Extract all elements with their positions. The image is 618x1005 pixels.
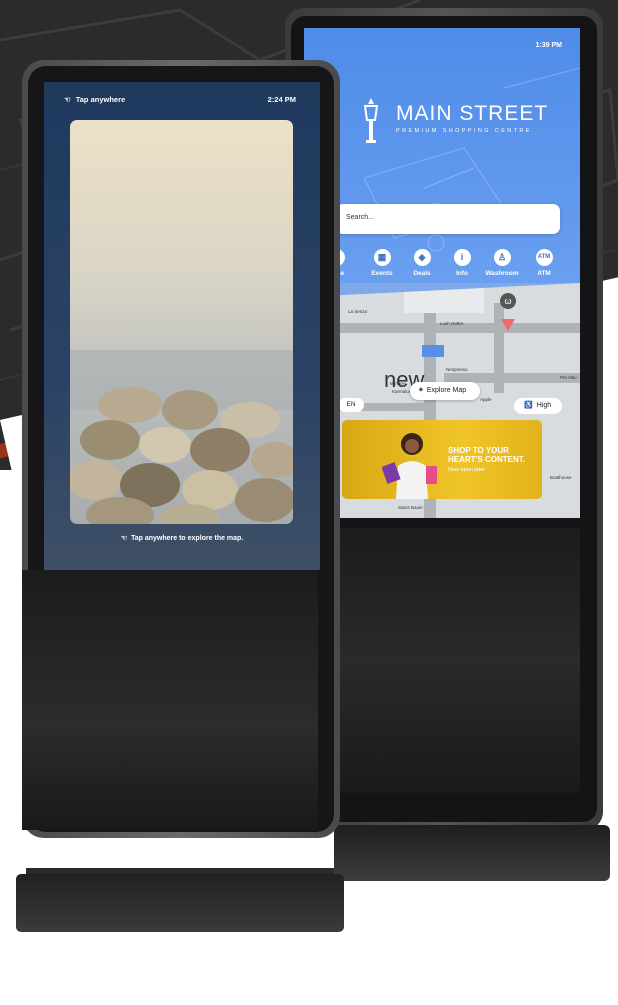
logo-subtitle: PREMIUM SHOPPING CENTRE — [396, 128, 532, 134]
tap-hand-icon: ☜ — [64, 95, 71, 104]
nav-events[interactable]: ▦ Events — [362, 249, 402, 277]
accessibility-button[interactable]: ♿ High — [514, 398, 562, 414]
clock: 1:39 PM — [535, 42, 562, 49]
front-kiosk-screen[interactable]: ☜ Tap anywhere 2:24 PM ☜ Tap anywhere to e… — [44, 82, 320, 570]
tap-hand-icon: ☜ — [120, 535, 127, 542]
elevator-icon: ω — [500, 293, 516, 309]
explore-hint: ☜ Tap anywhere to explore the map. — [120, 535, 244, 542]
attract-photo[interactable] — [70, 120, 293, 524]
logo-title: MAIN STREET — [396, 102, 549, 125]
hero-area — [304, 28, 580, 283]
calendar-icon: ▦ — [373, 249, 391, 266]
washroom-icon: ♙ — [493, 249, 511, 266]
language-button[interactable]: EN — [338, 398, 364, 412]
you-are-here-icon — [501, 319, 515, 331]
promo-banner[interactable]: SHOP TO YOUR HEART'S CONTENT. Now open la… — [342, 420, 542, 499]
category-nav: ☰owse ▦Events ◈Deals iInfo ♙Washroom ATM… — [327, 249, 580, 281]
nav-atm[interactable]: ATM ATM — [524, 249, 564, 277]
kiosk-back-base — [334, 825, 610, 881]
lamp-logo-icon — [363, 98, 379, 143]
nav-info[interactable]: i Info — [442, 249, 482, 277]
search-input[interactable]: Search... — [336, 204, 560, 234]
shopper-image — [382, 433, 437, 499]
back-kiosk-screen[interactable]: 1:39 PM MAIN STREET PREMIUM SHOPPING CEN… — [304, 28, 580, 518]
banner-subtitle: Now open later — [448, 467, 485, 473]
tag-icon: ◈ — [413, 249, 431, 266]
kiosk-front-base — [16, 874, 344, 932]
atm-icon: ATM — [535, 249, 553, 266]
clock: 2:24 PM — [267, 95, 296, 104]
nav-deals[interactable]: ◈ Deals — [402, 249, 442, 277]
accessibility-icon: ♿ — [524, 402, 533, 409]
kiosk-front-lower-panel — [22, 570, 318, 830]
info-icon: i — [453, 249, 471, 266]
map-highlight — [422, 345, 444, 357]
search-placeholder: Search... — [346, 214, 375, 221]
tap-hint: ☜ Tap anywhere — [64, 95, 126, 104]
explore-map-button[interactable]: ✷ Explore Map — [410, 382, 480, 400]
nav-washroom[interactable]: ♙ Washroom — [482, 249, 522, 277]
sun-icon: ✷ — [418, 387, 424, 394]
banner-title: SHOP TO YOUR HEART'S CONTENT. — [448, 446, 526, 464]
